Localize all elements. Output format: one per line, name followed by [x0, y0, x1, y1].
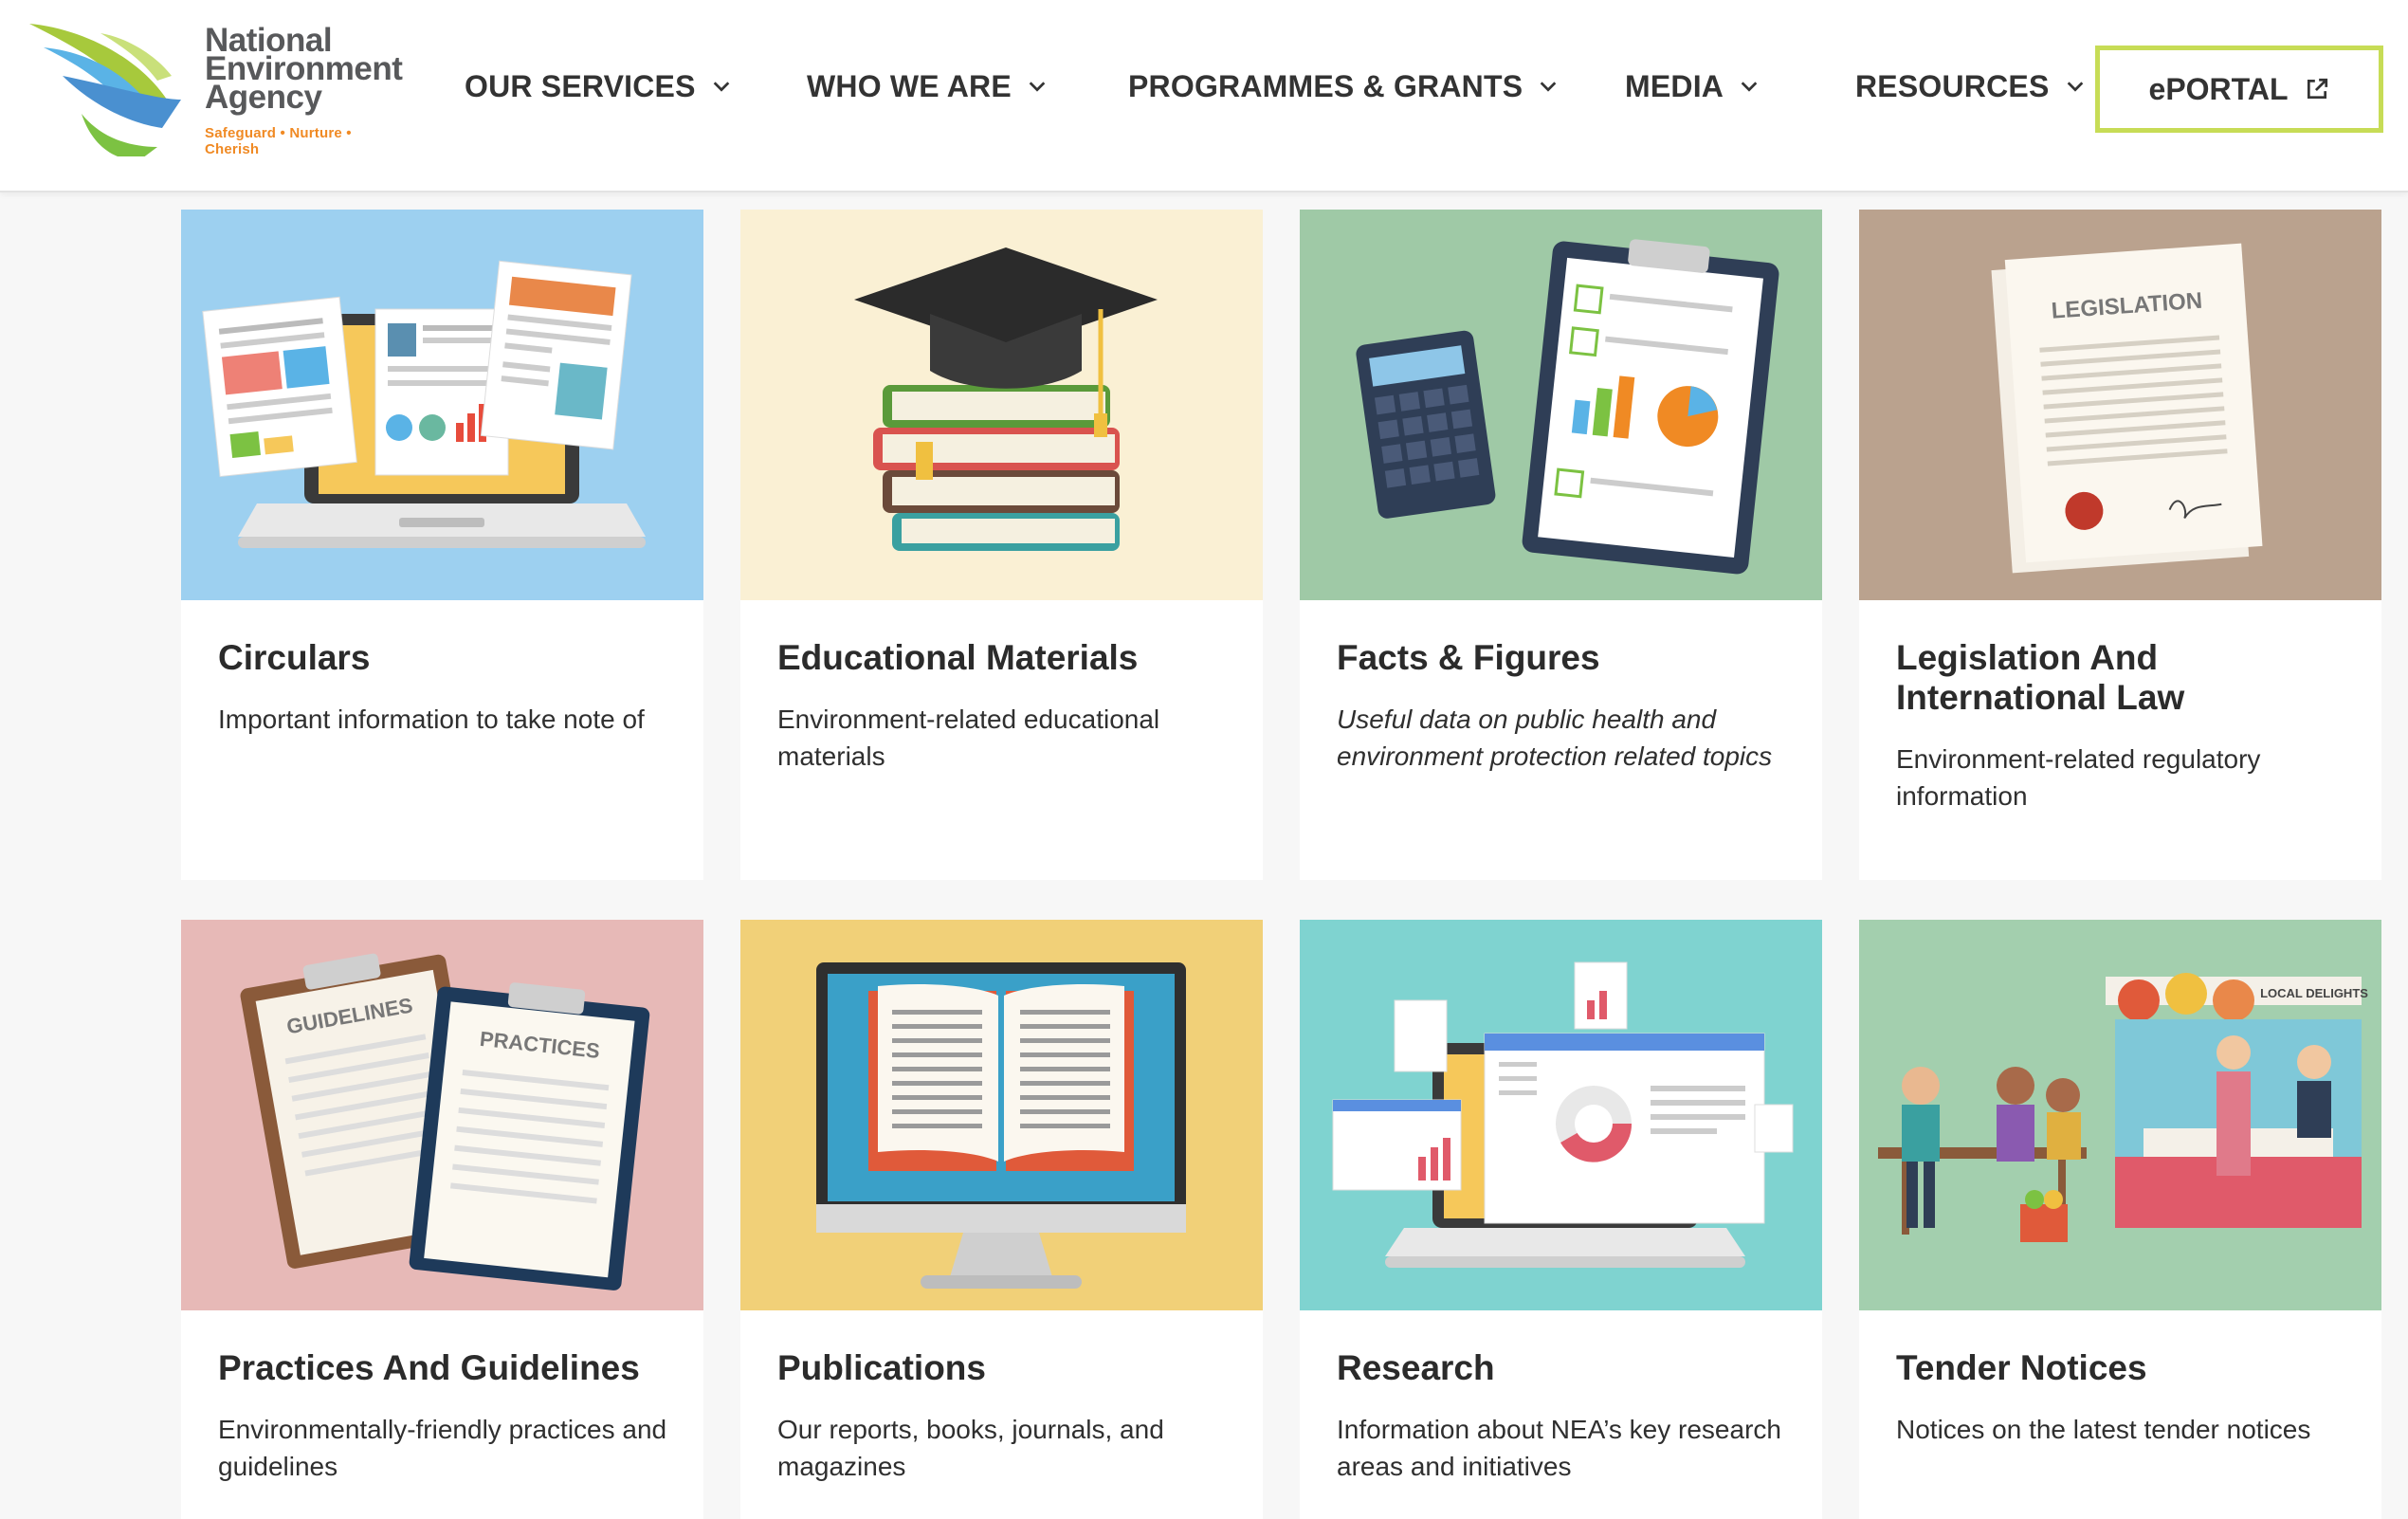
card-image [181, 210, 703, 600]
laptop-documents-illustration [181, 210, 703, 600]
nav-label: RESOURCES [1855, 68, 2050, 103]
eportal-label: ePORTAL [2148, 71, 2289, 106]
nav-label: OUR SERVICES [465, 68, 696, 103]
card-description: Environment-related educational material… [777, 705, 1160, 771]
card-description: Our reports, books, journals, and magazi… [777, 1415, 1164, 1481]
laptop-dashboard-illustration [1300, 920, 1822, 1310]
nav-media[interactable]: MEDIA [1625, 64, 1760, 108]
card-facts-figures[interactable]: Facts & Figures Useful data on public he… [1300, 210, 1822, 880]
card-title: Facts & Figures [1337, 638, 1600, 677]
card-legislation[interactable]: LEGISLATION Legislation And Internationa… [1859, 210, 2381, 880]
card-title: Tender Notices [1896, 1348, 2147, 1387]
chevron-down-icon [1029, 82, 1046, 92]
main-nav: OUR SERVICES WHO WE ARE PROGRAMMES & GRA… [0, 0, 2408, 174]
card-image [1300, 920, 1822, 1310]
legislation-document-illustration: LEGISLATION [1859, 210, 2381, 600]
card-title: Practices And Guidelines [218, 1348, 640, 1387]
card-image: LEGISLATION [1859, 210, 2381, 600]
chevron-down-icon [1741, 82, 1758, 92]
chevron-down-icon [1540, 82, 1557, 92]
monitor-book-illustration [740, 920, 1263, 1310]
card-description: Useful data on public health and environ… [1337, 705, 1773, 771]
card-description: Information about NEA’s key research are… [1337, 1415, 1781, 1481]
nav-label: PROGRAMMES & GRANTS [1128, 68, 1523, 103]
card-description: Notices on the latest tender notices [1896, 1415, 2311, 1444]
nav-programmes-grants[interactable]: PROGRAMMES & GRANTS [1128, 64, 1559, 108]
card-practices-guidelines[interactable]: GUIDELINES PRACTICES Practices And Guide… [181, 920, 703, 1519]
chevron-down-icon [2067, 82, 2083, 92]
card-title: Legislation And International Law [1896, 638, 2185, 717]
card-title: Circulars [218, 638, 371, 677]
card-research[interactable]: Research Information about NEA’s key res… [1300, 920, 1822, 1519]
card-educational-materials[interactable]: Educational Materials Environment-relate… [740, 210, 1263, 880]
card-description: Important information to take note of [218, 705, 645, 734]
card-title: Research [1337, 1348, 1495, 1387]
card-image: GUIDELINES PRACTICES [181, 920, 703, 1310]
clipboard-calculator-illustration [1300, 210, 1822, 600]
nav-who-we-are[interactable]: WHO WE ARE [807, 64, 1048, 108]
local-delights-image-text: LOCAL DELIGHTS [2260, 986, 2368, 1000]
card-image [1300, 210, 1822, 600]
books-graduation-cap-illustration [740, 210, 1263, 600]
card-title: Publications [777, 1348, 986, 1387]
nav-label: WHO WE ARE [807, 68, 1012, 103]
card-circulars[interactable]: Circulars Important information to take … [181, 210, 703, 880]
eportal-button[interactable]: ePORTAL [2095, 46, 2383, 133]
nav-label: MEDIA [1625, 68, 1724, 103]
card-description: Environment-related regulatory informati… [1896, 744, 2261, 811]
clipboards-illustration: GUIDELINES PRACTICES [181, 920, 703, 1310]
site-header: National Environment Agency Safeguard • … [0, 0, 2408, 192]
card-image [740, 920, 1263, 1310]
card-tender-notices[interactable]: LOCAL DELIGHTS Tender Notices Notices on… [1859, 920, 2381, 1519]
card-image [740, 210, 1263, 600]
card-title: Educational Materials [777, 638, 1139, 677]
nav-our-services[interactable]: OUR SERVICES [465, 64, 732, 108]
external-link-icon [2308, 78, 2328, 100]
nav-resources[interactable]: RESOURCES [1855, 64, 2086, 108]
hawker-centre-illustration: LOCAL DELIGHTS [1859, 920, 2381, 1310]
card-publications[interactable]: Publications Our reports, books, journal… [740, 920, 1263, 1519]
chevron-down-icon [713, 82, 729, 92]
card-description: Environmentally-friendly practices and g… [218, 1415, 667, 1481]
card-image: LOCAL DELIGHTS [1859, 920, 2381, 1310]
